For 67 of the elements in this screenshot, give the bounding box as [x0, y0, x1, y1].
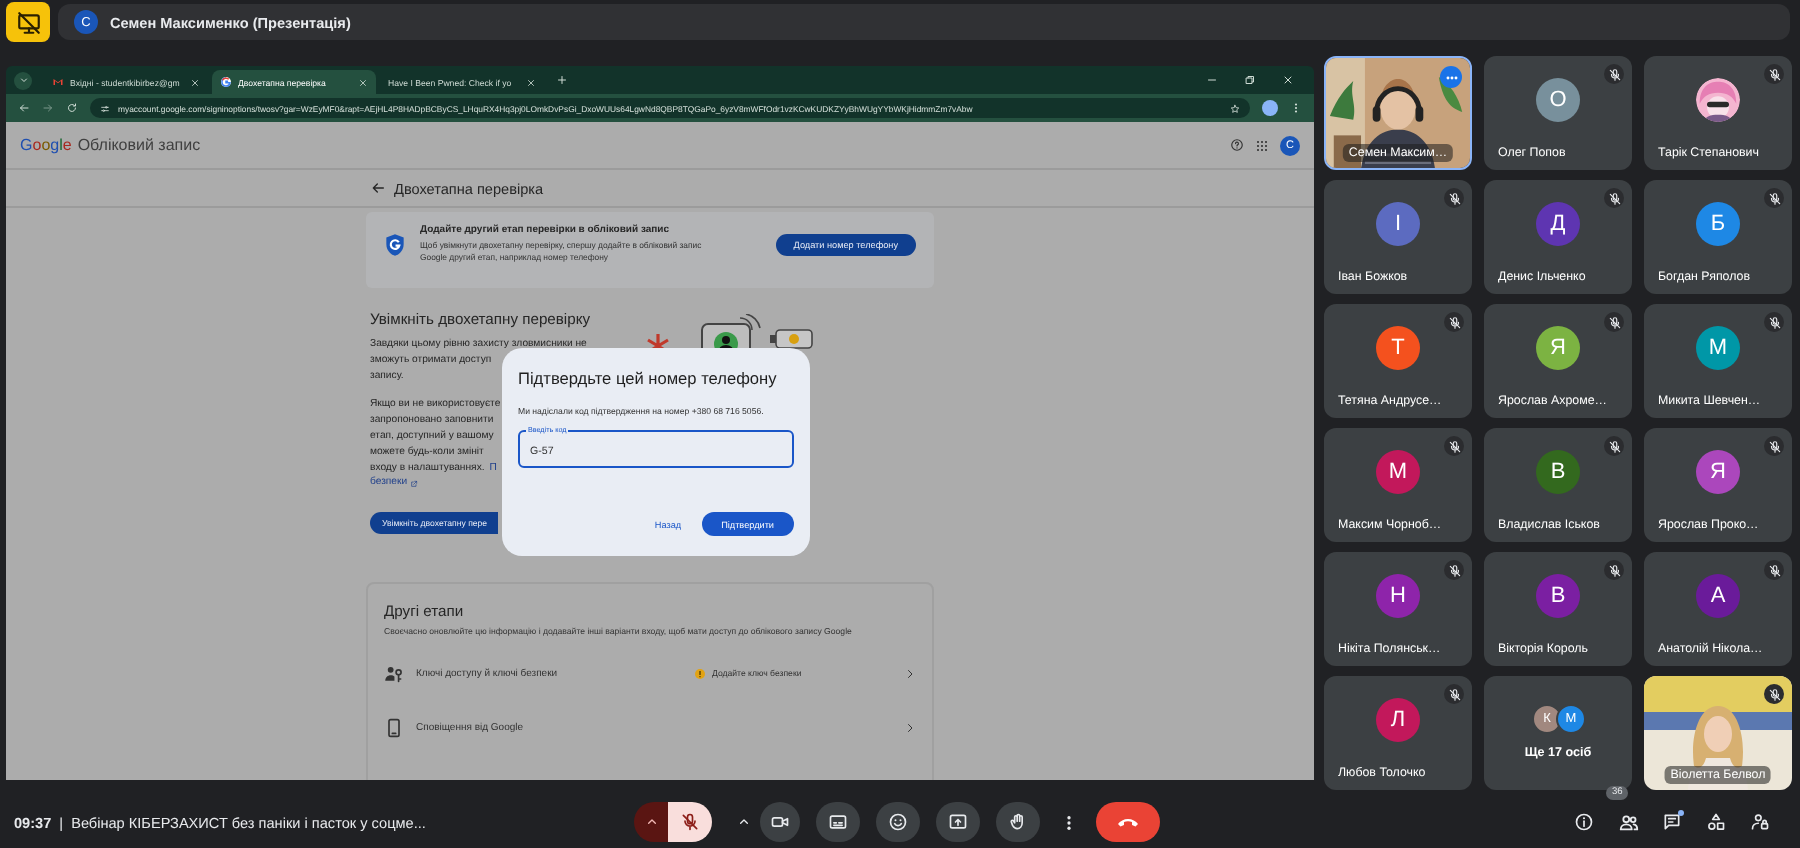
reload-icon[interactable] — [66, 102, 78, 114]
shield-icon — [382, 232, 408, 258]
minimize-icon[interactable] — [1206, 74, 1218, 86]
google-icon — [220, 76, 232, 88]
camera-icon — [770, 812, 790, 832]
restore-icon[interactable] — [1244, 74, 1256, 86]
present-button[interactable] — [936, 802, 980, 842]
back-icon[interactable] — [370, 180, 386, 196]
avatar-initial: Л — [1376, 698, 1420, 742]
camera-button[interactable] — [760, 802, 800, 842]
avatar-initial: О — [1536, 78, 1580, 122]
microphone-button[interactable] — [668, 802, 712, 842]
plus-icon — [555, 74, 567, 86]
caret-down-icon — [17, 74, 29, 86]
key-person-icon — [384, 663, 404, 684]
help-icon[interactable] — [1230, 138, 1244, 152]
mail-icon — [52, 76, 64, 88]
close-icon[interactable] — [1282, 74, 1294, 86]
stop-presenting-button[interactable] — [6, 2, 50, 42]
caret-up-icon — [643, 814, 659, 830]
avatar-initial: Д — [1536, 202, 1580, 246]
info-button[interactable] — [1570, 808, 1598, 836]
brand-logo: Google — [20, 136, 72, 154]
avatar-initial: М — [1376, 450, 1420, 494]
chevron-right-icon — [904, 667, 916, 680]
warning-icon — [694, 667, 706, 680]
chat-icon — [1662, 812, 1682, 832]
avatar-initial: Н — [1376, 574, 1420, 618]
avatar-initial: Б — [1696, 202, 1740, 246]
dialog-title: Підтвердьте цей номер телефону — [518, 368, 779, 388]
avatar-initial: А — [1696, 574, 1740, 618]
emoji-icon — [888, 812, 908, 832]
tab-list-button[interactable] — [14, 71, 32, 89]
avatar-initial: І — [1376, 202, 1420, 246]
caret-up-icon — [736, 814, 752, 830]
leave-call-button[interactable] — [1096, 802, 1160, 842]
profile-avatar[interactable] — [1262, 100, 1278, 116]
product-name: Обліковий запис — [77, 136, 201, 154]
reactions-button[interactable] — [876, 802, 920, 842]
avatar-initial: Т — [1376, 326, 1420, 370]
lock-person-icon — [1750, 812, 1770, 832]
avatar-initial: В — [1536, 574, 1580, 618]
activities-button[interactable] — [1702, 808, 1730, 836]
screen-off-icon — [15, 9, 41, 35]
phone-icon — [384, 717, 404, 738]
star-icon — [1230, 103, 1240, 113]
shapes-icon — [1706, 812, 1726, 832]
chevron-right-icon — [904, 721, 916, 734]
avatar-initial: Я — [1536, 326, 1580, 370]
captions-button[interactable] — [816, 802, 860, 842]
close-icon[interactable] — [358, 77, 368, 87]
close-icon[interactable] — [190, 77, 200, 87]
info-icon — [1574, 812, 1594, 832]
avatar-initial: В — [1536, 450, 1580, 494]
new-tab-button[interactable] — [552, 71, 570, 89]
close-icon[interactable] — [526, 77, 536, 87]
present-icon — [948, 812, 968, 832]
raise-hand-button[interactable] — [996, 802, 1040, 842]
external-link-icon — [409, 480, 418, 489]
site-settings-icon — [100, 103, 110, 113]
host-controls-button[interactable] — [1746, 808, 1774, 836]
avatar-initial: Я — [1696, 450, 1740, 494]
avatar-initial: М — [1696, 326, 1740, 370]
mic-off-icon — [680, 812, 700, 832]
people-icon — [1617, 811, 1639, 833]
captions-icon — [828, 812, 848, 832]
hand-icon — [1008, 812, 1028, 832]
